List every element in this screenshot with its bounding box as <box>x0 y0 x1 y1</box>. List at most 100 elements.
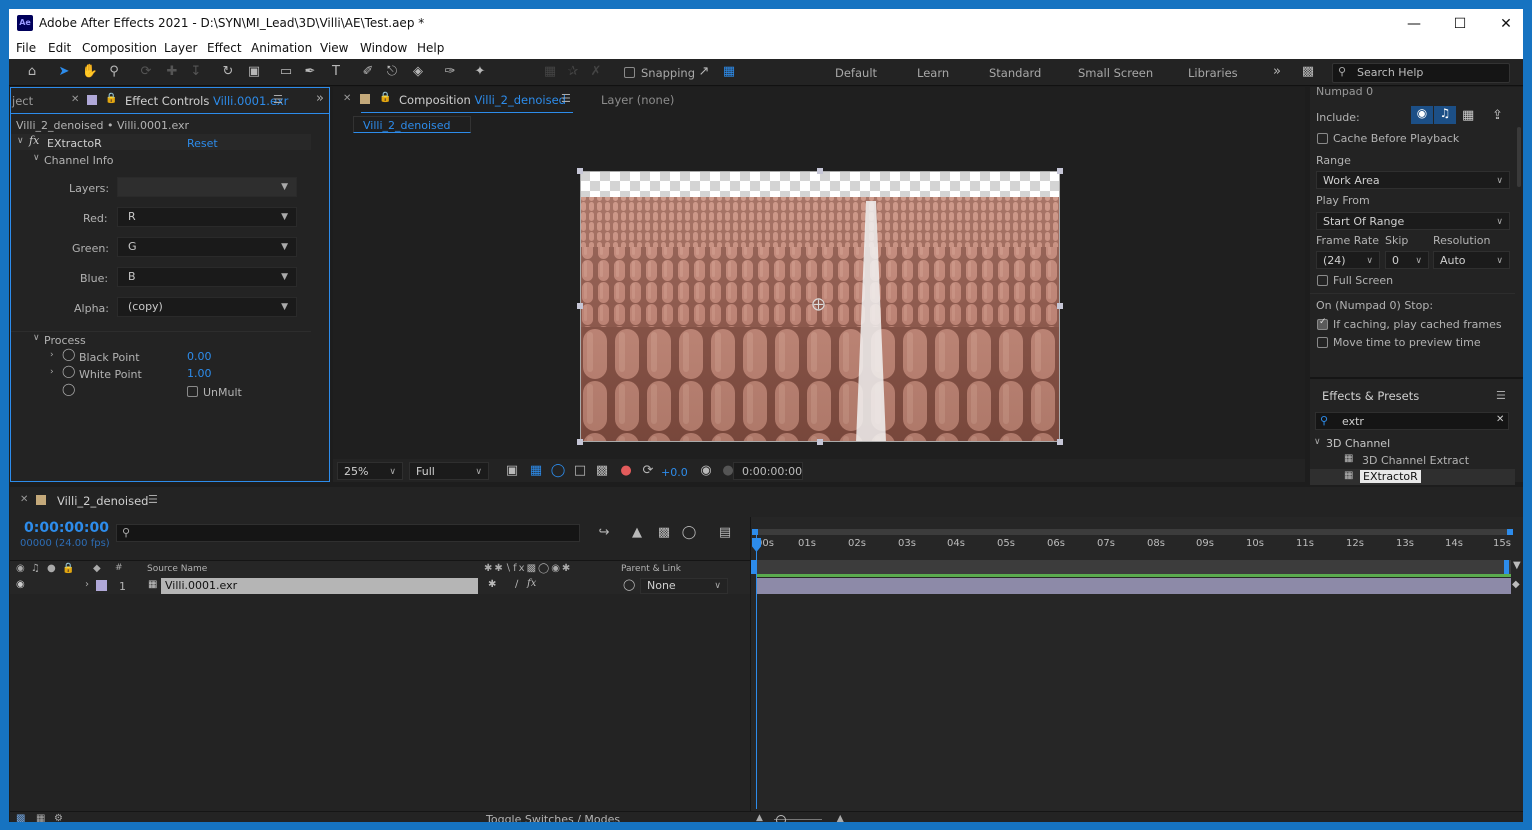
transform-handle[interactable] <box>577 168 583 174</box>
move-time-checkbox[interactable] <box>1317 337 1328 348</box>
lock-icon[interactable]: 🔒 <box>62 563 74 574</box>
comp-marker-bin-icon[interactable]: ▼ <box>1513 560 1523 574</box>
black-point-value[interactable]: 0.00 <box>187 350 212 363</box>
menu-animation[interactable]: Animation <box>251 41 312 55</box>
fast-previews-icon[interactable]: ▣ <box>503 462 521 480</box>
motion-blur-icon[interactable]: ◯ <box>680 524 698 542</box>
maximize-button[interactable]: ☐ <box>1445 13 1475 35</box>
navigator-end-handle[interactable] <box>1507 529 1513 535</box>
comp-breadcrumb[interactable]: Villi_2_denoised <box>353 116 471 133</box>
unmult-checkbox[interactable] <box>187 386 198 397</box>
menu-effect[interactable]: Effect <box>207 41 242 55</box>
layer-label-color[interactable] <box>96 580 107 591</box>
white-point-value[interactable]: 1.00 <box>187 367 212 380</box>
channel-info-collapse-icon[interactable]: ∨ <box>33 153 40 163</box>
pan-camera-icon[interactable]: ✚ <box>163 63 181 81</box>
stopwatch-icon[interactable]: ◯ <box>62 347 75 361</box>
workspace-default[interactable]: Default <box>835 66 877 80</box>
current-time-display[interactable]: 0:00:00:00 <box>24 520 109 536</box>
transparency-grid-icon[interactable]: ▦ <box>527 462 545 480</box>
pan-behind-icon[interactable]: ▣ <box>245 63 263 81</box>
region-of-interest-icon[interactable]: □ <box>571 462 589 480</box>
more-workspaces-icon[interactable]: » <box>1268 63 1286 81</box>
source-name-header[interactable]: Source Name <box>147 564 207 574</box>
graph-editor-icon[interactable]: ▤ <box>716 524 734 542</box>
transform-handle[interactable] <box>817 439 823 445</box>
close-tab-icon[interactable]: ✕ <box>20 494 28 505</box>
solo-switch-icon[interactable]: ● <box>47 563 56 574</box>
full-screen-checkbox[interactable] <box>1317 275 1328 286</box>
skip-dropdown[interactable]: 0 ∨ <box>1385 251 1429 269</box>
snapping-checkbox[interactable] <box>624 67 635 78</box>
zoom-in-icon[interactable]: ▲ <box>836 812 844 822</box>
close-tab-icon[interactable]: ✕ <box>343 93 351 104</box>
transform-handle[interactable] <box>577 303 583 309</box>
guides-icon[interactable]: ▩ <box>593 462 611 480</box>
timeline-comp-tab[interactable]: Villi_2_denoised <box>57 494 148 508</box>
layer-name-field[interactable]: Villi.0001.exr <box>161 578 478 594</box>
project-tab[interactable]: ject <box>12 94 33 108</box>
time-navigator[interactable] <box>756 529 1511 535</box>
menu-help[interactable]: Help <box>417 41 444 55</box>
workspace-libraries[interactable]: Libraries <box>1188 66 1238 80</box>
rotation-tool-icon[interactable]: ↻ <box>219 63 237 81</box>
expand-layer-icon[interactable]: › <box>85 579 89 590</box>
axis-world-icon[interactable]: ✰ <box>564 63 582 81</box>
snap-expand-icon[interactable]: ↗ <box>695 63 713 81</box>
reset-exposure-icon[interactable]: ⟳ <box>639 462 657 480</box>
transform-handle[interactable] <box>1057 168 1063 174</box>
stopwatch-icon[interactable]: ◯ <box>62 364 75 378</box>
play-from-dropdown[interactable]: Start Of Range ∨ <box>1316 212 1510 230</box>
workspace-learn[interactable]: Learn <box>917 66 949 80</box>
preview-export-icon[interactable]: ⇪ <box>1492 108 1503 123</box>
layer-marker-icon[interactable]: ◆ <box>1512 579 1520 590</box>
menu-view[interactable]: View <box>320 41 348 55</box>
search-help-box[interactable]: ⚲ Search Help <box>1332 63 1510 83</box>
lock-icon[interactable]: 🔒 <box>379 92 391 103</box>
panel-menu-icon[interactable]: ☰ <box>1496 389 1506 402</box>
navigator-start-handle[interactable] <box>752 529 758 535</box>
layer-duration-bar[interactable] <box>756 578 1511 594</box>
pick-whip-icon[interactable]: ◯ <box>623 578 635 591</box>
comp-flowchart-icon[interactable]: ↪ <box>595 524 613 542</box>
rectangle-tool-icon[interactable]: ▭ <box>277 63 295 81</box>
panel-scrollbar[interactable] <box>1517 127 1521 187</box>
menu-composition[interactable]: Composition <box>82 41 157 55</box>
expand-panels-icon[interactable]: » <box>316 91 324 106</box>
numpad-shortcut[interactable]: Numpad 0 <box>1316 85 1373 98</box>
eraser-tool-icon[interactable]: ◈ <box>409 63 427 81</box>
time-ruler[interactable]: 00s 01s 02s 03s 04s 05s 06s 07s 08s 09s … <box>756 538 1511 560</box>
audio-switch-icon[interactable]: ♫ <box>31 563 40 574</box>
transform-handle[interactable] <box>817 168 823 174</box>
magnification-dropdown[interactable]: 25% ∨ <box>337 462 403 480</box>
pen-tool-icon[interactable]: ✒ <box>301 63 319 81</box>
panel-menu-icon[interactable]: ☰ <box>148 493 158 506</box>
effect-switch-icon[interactable]: fx <box>527 578 536 589</box>
zoom-tool-icon[interactable]: ⚲ <box>105 63 123 81</box>
transfer-controls-icon[interactable]: ▦ <box>36 813 45 822</box>
zoom-out-icon[interactable]: ▲ <box>756 813 763 822</box>
show-channel-icon[interactable]: ● <box>617 462 635 480</box>
white-point-expand-icon[interactable]: › <box>50 367 54 377</box>
timeline-search-input[interactable]: ⚲ <box>116 524 580 542</box>
effect-controls-tab[interactable]: Effect Controls Villi.0001.exr <box>125 94 288 108</box>
reset-link[interactable]: Reset <box>187 137 218 150</box>
category-collapse-icon[interactable]: ∨ <box>1314 437 1321 447</box>
workspace-menu-icon[interactable]: ▩ <box>1299 63 1317 81</box>
draft-3d-icon[interactable]: ▲ <box>628 524 646 542</box>
layer-tab[interactable]: Layer (none) <box>601 93 674 107</box>
fx-icon[interactable]: fx <box>29 134 39 147</box>
snapshot-camera-icon[interactable]: ◉ <box>697 462 715 480</box>
hand-tool-icon[interactable]: ✋ <box>81 63 99 81</box>
dolly-camera-icon[interactable]: ↧ <box>187 63 205 81</box>
include-video-icon[interactable]: ◉ <box>1411 106 1433 124</box>
include-overlays-icon[interactable]: ▦ <box>1462 108 1474 123</box>
close-tab-icon[interactable]: ✕ <box>71 94 79 105</box>
effects-search-input[interactable]: ⚲ extr ✕ <box>1315 412 1509 430</box>
frame-rate-dropdown[interactable]: (24) ∨ <box>1316 251 1380 269</box>
effect-item-extractor[interactable]: EXtractoR <box>1360 470 1421 483</box>
exposure-value[interactable]: +0.0 <box>661 466 688 479</box>
effect-item-3d-channel-extract[interactable]: 3D Channel Extract <box>1362 454 1469 467</box>
transform-handle[interactable] <box>577 439 583 445</box>
layer-switches-toggle-icon[interactable]: ▩ <box>16 813 25 822</box>
